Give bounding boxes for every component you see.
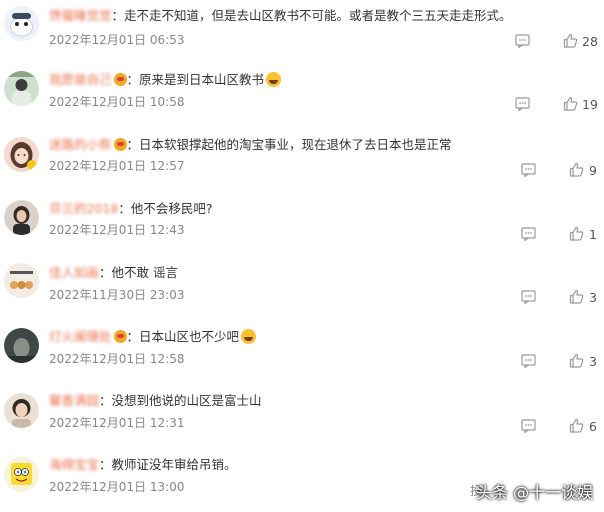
comment-time: 2022年11月30日 23:03 <box>49 288 185 302</box>
colon: ： <box>99 457 112 472</box>
avatar[interactable] <box>4 137 39 172</box>
comment-item: 芬兰的2018：他不会移民吧? 2022年12月01日 12:43 1 <box>0 192 604 256</box>
comment-line: 佳人如画：他不敢 谣言 <box>49 265 178 281</box>
reply-icon[interactable] <box>515 34 530 48</box>
username[interactable]: 海绵宝宝 <box>49 457 99 472</box>
like-icon[interactable] <box>569 162 584 177</box>
vip-badge-icon <box>113 73 127 86</box>
colon: ： <box>118 201 131 216</box>
like-count: 1 <box>589 227 597 242</box>
comment-time: 2022年12月01日 12:57 <box>49 159 185 173</box>
like-icon[interactable] <box>563 33 578 48</box>
username[interactable]: 馨香满园 <box>49 393 99 408</box>
comment-text: 日本软银撑起他的淘宝事业，现在退休了去日本也是正常 <box>139 137 452 152</box>
avatar-image <box>4 457 39 492</box>
reply-icon[interactable] <box>521 227 536 241</box>
comment-item: 我愿做自己 ：原来是到日本山区教书 2022年12月01日 10:58 19 <box>0 64 604 128</box>
comment-line: 馨香满园：没想到他说的山区是富士山 <box>49 393 262 409</box>
comment-item: 馨香满园：没想到他说的山区是富士山 2022年12月01日 12:31 6 <box>0 384 604 448</box>
like-count: 9 <box>589 163 597 178</box>
avatar-image <box>4 393 39 428</box>
avatar-image <box>4 6 39 41</box>
comment-item: 迷路的小熊 ：日本软银撑起他的淘宝事业，现在退休了去日本也是正常 2022年12月… <box>0 128 604 192</box>
username[interactable]: 芬兰的2018 <box>49 201 118 216</box>
username[interactable]: 馋猫睡觉觉 <box>49 8 112 23</box>
avatar[interactable] <box>4 457 39 492</box>
colon: ： <box>111 8 125 23</box>
like-icon[interactable] <box>569 353 584 368</box>
vip-badge-icon <box>113 138 127 151</box>
reply-icon[interactable] <box>515 97 530 111</box>
like-count: 19 <box>582 97 598 112</box>
avatar[interactable] <box>4 328 39 363</box>
reply-icon[interactable] <box>521 290 536 304</box>
like-icon[interactable] <box>563 96 578 111</box>
username[interactable]: 灯火阑珊处 <box>49 329 112 344</box>
comment-time: 2022年12月01日 12:58 <box>49 352 185 366</box>
username[interactable]: 佳人如画 <box>49 265 99 280</box>
comment-line: 海绵宝宝：教师证没年审给吊销。 <box>49 457 237 473</box>
avatar[interactable] <box>4 6 39 41</box>
colon: ： <box>126 72 140 87</box>
colon: ： <box>99 393 112 408</box>
comment-time: 2022年12月01日 06:53 <box>49 33 185 47</box>
reply-icon[interactable] <box>521 419 536 433</box>
username[interactable]: 我愿做自己 <box>49 72 112 87</box>
cry-emoji-icon <box>241 329 257 344</box>
vip-badge-icon <box>113 330 127 343</box>
comment-time: 2022年12月01日 13:00 <box>49 480 185 494</box>
avatar-image <box>4 328 39 363</box>
avatar-image <box>4 71 39 106</box>
colon: ： <box>99 265 112 280</box>
avatar-image <box>4 200 39 235</box>
comment-text: 没想到他说的山区是富士山 <box>111 393 262 408</box>
like-icon[interactable] <box>569 226 584 241</box>
avatar[interactable] <box>4 200 39 235</box>
like-icon[interactable] <box>569 289 584 304</box>
comment-text: 教师证没年审给吊销。 <box>111 457 237 472</box>
avatar[interactable] <box>4 71 39 106</box>
comment-time: 2022年12月01日 12:43 <box>49 223 185 237</box>
comment-item: 馋猫睡觉觉：走不走不知道，但是去山区教书不可能。或者是教个三五天走走形式。 20… <box>0 0 604 64</box>
avatar-image <box>4 137 39 172</box>
like-icon[interactable] <box>569 418 584 433</box>
like-count: 3 <box>589 290 597 305</box>
comment-text: 原来是到日本山区教书 <box>139 72 265 87</box>
comment-time: 2022年12月01日 12:31 <box>49 416 185 430</box>
laugh-emoji-icon <box>266 72 282 87</box>
comment-text: 他不会移民吧? <box>130 201 213 216</box>
comment-text: 日本山区也不少吧 <box>139 329 240 344</box>
comment-item: 灯火阑珊处 ：日本山区也不少吧 2022年12月01日 12:58 3 <box>0 320 604 384</box>
comment-line: 迷路的小熊 ：日本软银撑起他的淘宝事业，现在退休了去日本也是正常 <box>49 137 452 153</box>
comment-text: 走不走不知道，但是去山区教书不可能。或者是教个三五天走走形式。 <box>124 8 512 23</box>
username[interactable]: 迷路的小熊 <box>49 137 112 152</box>
like-count: 3 <box>589 354 597 369</box>
colon: ： <box>126 137 140 152</box>
colon: ： <box>126 329 140 344</box>
watermark: 头条 @十一谈娱 <box>476 483 594 502</box>
avatar[interactable] <box>4 393 39 428</box>
comment-item: 佳人如画：他不敢 谣言 2022年11月30日 23:03 3 <box>0 256 604 320</box>
comment-text: 他不敢 谣言 <box>111 265 179 280</box>
comment-line: 我愿做自己 ：原来是到日本山区教书 <box>49 72 282 88</box>
reply-icon[interactable] <box>521 163 536 177</box>
like-count: 28 <box>582 34 598 49</box>
comment-line: 灯火阑珊处 ：日本山区也不少吧 <box>49 329 257 345</box>
comment-time: 2022年12月01日 10:58 <box>49 95 185 109</box>
avatar-image <box>4 263 39 298</box>
comment-line: 馋猫睡觉觉：走不走不知道，但是去山区教书不可能。或者是教个三五天走走形式。 <box>49 8 512 24</box>
reply-icon[interactable] <box>521 354 536 368</box>
comment-line: 芬兰的2018：他不会移民吧? <box>49 201 212 217</box>
avatar[interactable] <box>4 263 39 298</box>
like-count: 6 <box>589 419 597 434</box>
